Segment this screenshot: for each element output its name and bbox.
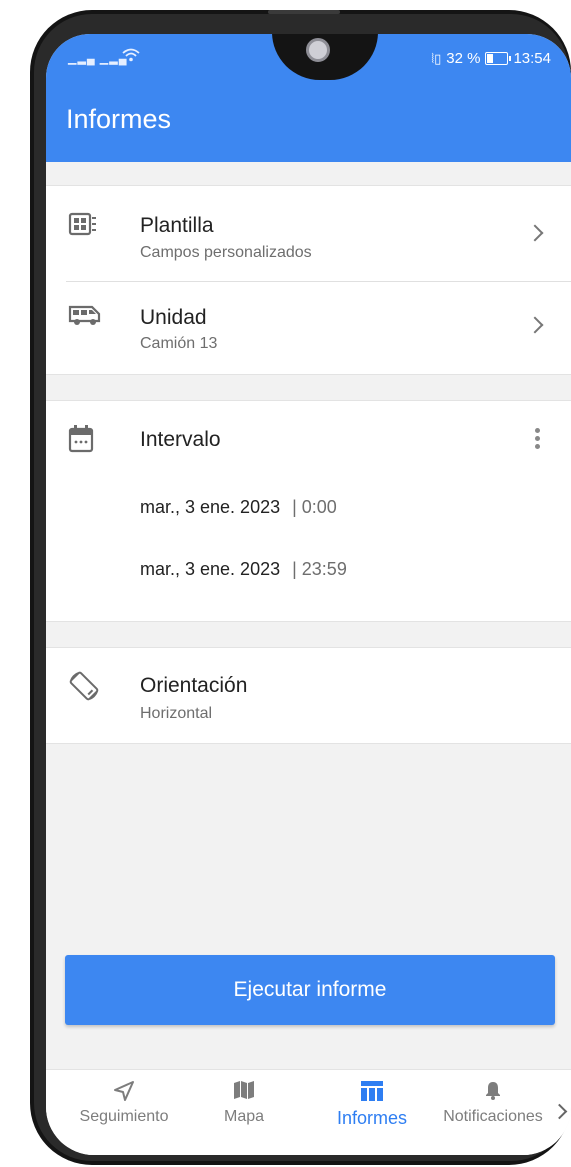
nav-label-tracking: Seguimiento — [79, 1108, 169, 1125]
signal-icon: ▁▂▄ ▁▂▄ — [68, 53, 128, 65]
chevron-right-icon[interactable] — [551, 1103, 568, 1120]
page-title: Informes — [66, 104, 172, 134]
bell-icon — [434, 1080, 552, 1108]
end-time: | 23:59 — [292, 559, 347, 579]
start-date: mar., 3 ene. 2023 — [140, 497, 281, 517]
orientation-card[interactable]: Orientación Horizontal — [46, 647, 571, 744]
nav-label-notifications: Notificaciones — [443, 1108, 543, 1125]
nav-label-map: Mapa — [223, 1108, 265, 1125]
unit-title: Unidad — [140, 306, 207, 329]
nav-item-map[interactable]: Mapa — [204, 1080, 284, 1126]
start-time: | 0:00 — [292, 497, 337, 517]
orientation-title: Orientación — [140, 674, 248, 697]
template-icon — [68, 212, 98, 243]
report-settings-card: Plantilla Campos personalizados Unidad C… — [46, 185, 571, 375]
table-icon — [326, 1080, 418, 1108]
nav-item-tracking[interactable]: Seguimiento — [68, 1080, 180, 1126]
bottom-navigation: Seguimiento Mapa Informes Notificaciones — [46, 1069, 571, 1155]
unit-subtitle: Camión 13 — [140, 335, 218, 352]
template-row[interactable]: Plantilla Campos personalizados — [46, 186, 571, 280]
clock: 13:54 — [513, 50, 551, 67]
app-bar: Informes — [46, 80, 571, 162]
calendar-icon — [68, 425, 94, 458]
vibrate-icon: ⦚▯ — [431, 50, 442, 66]
template-subtitle: Campos personalizados — [140, 244, 312, 261]
run-report-button[interactable]: Ejecutar informe — [65, 955, 555, 1025]
navigation-arrow-icon — [68, 1080, 180, 1108]
status-right: ⦚▯ 32 % 13:54 — [431, 50, 551, 67]
wifi-icon — [122, 48, 140, 66]
chevron-right-icon — [526, 316, 544, 334]
nav-label-reports: Informes — [336, 1108, 408, 1128]
nav-item-notifications[interactable]: Notificaciones — [434, 1080, 552, 1126]
orientation-subtitle: Horizontal — [140, 705, 213, 722]
screen-rotation-icon — [68, 670, 100, 707]
interval-end[interactable]: mar., 3 ene. 2023 | 23:59 — [140, 559, 347, 580]
van-icon — [68, 303, 102, 332]
template-title: Plantilla — [140, 214, 214, 237]
end-date: mar., 3 ene. 2023 — [140, 559, 281, 579]
battery-icon — [485, 52, 512, 65]
chevron-right-icon — [526, 224, 544, 242]
front-camera — [306, 38, 330, 62]
interval-card: Intervalo mar., 3 ene. 2023 | 0:00 mar., … — [46, 400, 571, 622]
unit-row[interactable]: Unidad Camión 13 — [46, 281, 571, 374]
interval-title: Intervalo — [140, 428, 221, 451]
more-options-icon[interactable] — [535, 428, 541, 452]
nav-item-reports[interactable]: Informes — [326, 1080, 418, 1129]
map-icon — [204, 1080, 284, 1108]
screen: ▁▂▄ ▁▂▄ ⦚▯ 32 % 13:54 Informes Plantilla… — [46, 34, 571, 1155]
battery-percent: 32 % — [446, 50, 481, 67]
interval-start[interactable]: mar., 3 ene. 2023 | 0:00 — [140, 497, 337, 518]
phone-speaker — [268, 10, 340, 14]
